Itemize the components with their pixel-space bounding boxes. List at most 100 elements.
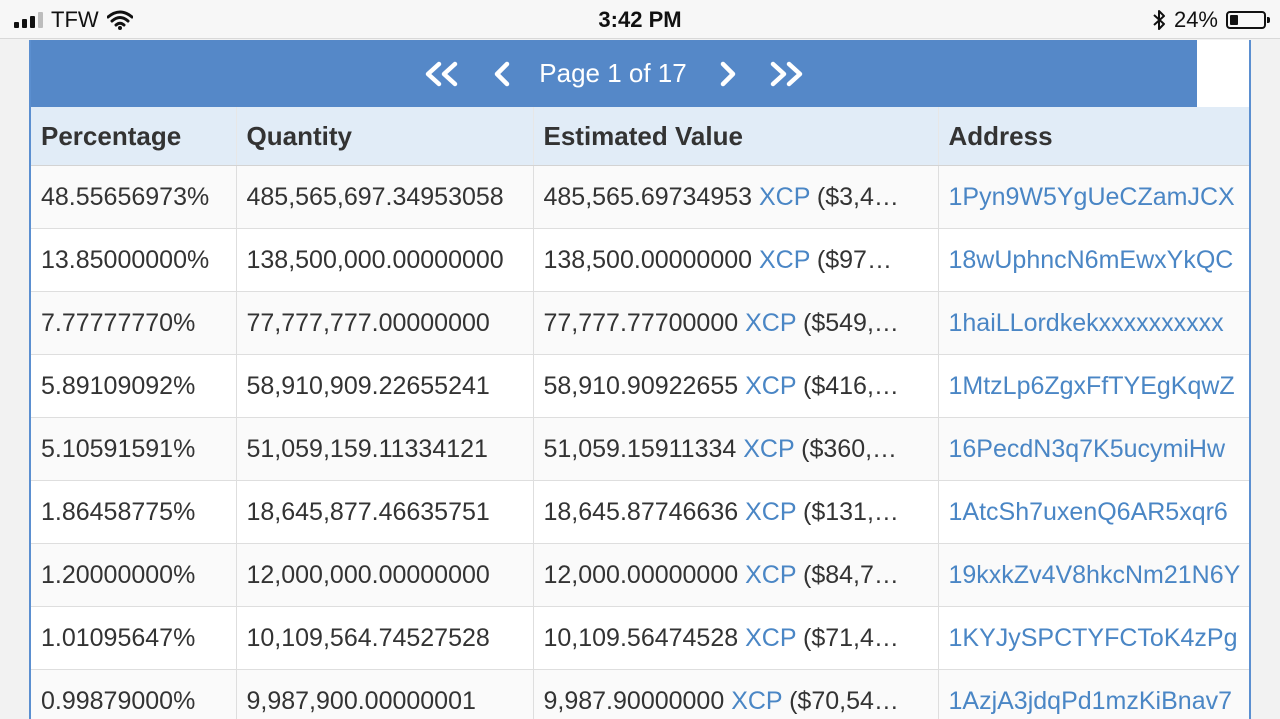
clock: 3:42 PM bbox=[598, 7, 682, 32]
asset-link[interactable]: XCP bbox=[745, 498, 796, 526]
address-link[interactable]: 1Pyn9W5YgUeCZamJCX bbox=[949, 183, 1235, 211]
asset-link[interactable]: XCP bbox=[759, 246, 810, 274]
estimated-value-cell: 51,059.15911334 XCP ($360,… bbox=[533, 417, 939, 481]
quantity-cell: 51,059,159.11334121 bbox=[236, 417, 534, 481]
address-link[interactable]: 18wUphncN6mEwxYkQC bbox=[949, 246, 1234, 274]
estimated-value-cell: 12,000.00000000 XCP ($84,7… bbox=[533, 543, 939, 607]
column-header-estimated-value[interactable]: Estimated Value bbox=[533, 107, 939, 166]
estimated-value-cell: 138,500.00000000 XCP ($97… bbox=[533, 228, 939, 292]
asset-link[interactable]: XCP bbox=[745, 372, 796, 400]
usd-value: ($416,… bbox=[803, 371, 899, 400]
table-header-row: Percentage Quantity Estimated Value Addr… bbox=[31, 107, 1249, 166]
percentage-cell: 48.55656973% bbox=[31, 165, 237, 229]
usd-value: ($549,… bbox=[803, 308, 899, 337]
estimated-value-amount: 58,910.90922655 bbox=[543, 371, 739, 400]
address-cell: 1AzjA3jdqPd1mzKiBnav7 bbox=[938, 669, 1249, 719]
estimated-value-amount: 18,645.87746636 bbox=[543, 497, 739, 526]
address-cell: 18wUphncN6mEwxYkQC bbox=[938, 228, 1249, 292]
estimated-value-amount: 485,565.69734953 bbox=[543, 182, 753, 211]
usd-value: ($70,54… bbox=[789, 686, 899, 715]
percentage-cell: 1.01095647% bbox=[31, 606, 237, 670]
address-link[interactable]: 16PecdN3q7K5ucymiHw bbox=[949, 435, 1226, 463]
percentage-cell: 1.20000000% bbox=[31, 543, 237, 607]
double-chevron-left-icon bbox=[426, 61, 458, 86]
usd-value: ($360,… bbox=[801, 434, 898, 463]
status-bar: TFW 3:42 PM 24% bbox=[0, 0, 1280, 39]
battery-icon bbox=[1226, 11, 1270, 29]
address-cell: 1AtcSh7uxenQ6AR5xqr6 bbox=[938, 480, 1249, 544]
address-link[interactable]: 1AzjA3jdqPd1mzKiBnav7 bbox=[949, 687, 1233, 715]
percentage-cell: 5.89109092% bbox=[31, 354, 237, 418]
estimated-value-cell: 18,645.87746636 XCP ($131,… bbox=[533, 480, 939, 544]
percentage-cell: 13.85000000% bbox=[31, 228, 237, 292]
table-row: 0.99879000% 9,987,900.00000001 9,987.90000… bbox=[31, 669, 1249, 719]
asset-link[interactable]: XCP bbox=[745, 309, 796, 337]
usd-value: ($84,7… bbox=[803, 560, 899, 589]
pagination-controls: Page 1 of 17 bbox=[31, 40, 1197, 107]
quantity-cell: 18,645,877.46635751 bbox=[236, 480, 534, 544]
table-row: 1.86458775% 18,645,877.46635751 18,645.877… bbox=[31, 480, 1249, 544]
battery-tip bbox=[1267, 17, 1270, 23]
page-indicator: Page 1 of 17 bbox=[539, 58, 687, 88]
table-row: 7.77777770% 77,777,777.00000000 77,777.777… bbox=[31, 291, 1249, 355]
asset-link[interactable]: XCP bbox=[759, 183, 810, 211]
battery-percent: 24% bbox=[1173, 7, 1218, 32]
estimated-value-amount: 9,987.90000000 bbox=[543, 686, 725, 715]
column-header-quantity[interactable]: Quantity bbox=[236, 107, 534, 166]
table-row: 5.10591591% 51,059,159.11334121 51,059.159… bbox=[31, 417, 1249, 481]
address-cell: 19kxkZv4V8hkcNm21N6Y bbox=[938, 543, 1249, 607]
address-cell: 16PecdN3q7K5ucymiHw bbox=[938, 417, 1249, 481]
estimated-value-amount: 10,109.56474528 bbox=[543, 623, 739, 652]
quantity-cell: 77,777,777.00000000 bbox=[236, 291, 534, 355]
address-link[interactable]: 19kxkZv4V8hkcNm21N6Y bbox=[949, 561, 1241, 589]
quantity-cell: 58,910,909.22655241 bbox=[236, 354, 534, 418]
pagination-bar: Page 1 of 17 bbox=[31, 40, 1197, 107]
status-right: 24% bbox=[1152, 7, 1270, 33]
table-row: 1.20000000% 12,000,000.00000000 12,000.000… bbox=[31, 543, 1249, 607]
address-link[interactable]: 1KYJySPCTYFCToK4zPg bbox=[949, 624, 1238, 652]
bluetooth-icon bbox=[1153, 10, 1165, 30]
address-cell: 1Pyn9W5YgUeCZamJCX bbox=[938, 165, 1249, 229]
asset-link[interactable]: XCP bbox=[745, 561, 796, 589]
holders-panel: Page 1 of 17 Percentage Quantity Estimat… bbox=[29, 40, 1251, 719]
first-page-button[interactable] bbox=[423, 61, 461, 87]
double-chevron-right-icon bbox=[770, 61, 802, 86]
chevron-right-icon bbox=[720, 61, 735, 86]
quantity-cell: 12,000,000.00000000 bbox=[236, 543, 534, 607]
estimated-value-amount: 138,500.00000000 bbox=[543, 245, 753, 274]
holders-table: Percentage Quantity Estimated Value Addr… bbox=[31, 107, 1249, 719]
column-header-address[interactable]: Address bbox=[938, 107, 1249, 166]
quantity-cell: 485,565,697.34953058 bbox=[236, 165, 534, 229]
next-page-button[interactable] bbox=[717, 61, 737, 87]
address-cell: 1MtzLp6ZgxFfTYEgKqwZ bbox=[938, 354, 1249, 418]
address-link[interactable]: 1haiLLordkekxxxxxxxxxx bbox=[949, 309, 1224, 337]
address-link[interactable]: 1AtcSh7uxenQ6AR5xqr6 bbox=[949, 498, 1228, 526]
percentage-cell: 1.86458775% bbox=[31, 480, 237, 544]
table-body: 48.55656973% 485,565,697.34953058 485,565.… bbox=[31, 165, 1249, 719]
estimated-value-amount: 12,000.00000000 bbox=[543, 560, 739, 589]
asset-link[interactable]: XCP bbox=[745, 624, 796, 652]
previous-page-button[interactable] bbox=[493, 61, 513, 87]
battery-fill bbox=[1230, 15, 1238, 25]
quantity-cell: 138,500,000.00000000 bbox=[236, 228, 534, 292]
usd-value: ($71,4… bbox=[803, 623, 899, 652]
usd-value: ($131,… bbox=[803, 497, 899, 526]
address-link[interactable]: 1MtzLp6ZgxFfTYEgKqwZ bbox=[949, 372, 1235, 400]
asset-link[interactable]: XCP bbox=[743, 435, 794, 463]
asset-link[interactable]: XCP bbox=[731, 687, 782, 715]
column-header-percentage[interactable]: Percentage bbox=[31, 107, 237, 166]
estimated-value-cell: 485,565.69734953 XCP ($3,4… bbox=[533, 165, 939, 229]
estimated-value-cell: 58,910.90922655 XCP ($416,… bbox=[533, 354, 939, 418]
estimated-value-cell: 9,987.90000000 XCP ($70,54… bbox=[533, 669, 939, 719]
last-page-button[interactable] bbox=[767, 61, 805, 87]
chevron-left-icon bbox=[495, 61, 510, 86]
table-row: 13.85000000% 138,500,000.00000000 138,500.… bbox=[31, 228, 1249, 292]
estimated-value-amount: 51,059.15911334 bbox=[543, 434, 737, 463]
percentage-cell: 7.77777770% bbox=[31, 291, 237, 355]
percentage-cell: 5.10591591% bbox=[31, 417, 237, 481]
address-cell: 1KYJySPCTYFCToK4zPg bbox=[938, 606, 1249, 670]
table-row: 1.01095647% 10,109,564.74527528 10,109.564… bbox=[31, 606, 1249, 670]
address-cell: 1haiLLordkekxxxxxxxxxx bbox=[938, 291, 1249, 355]
estimated-value-amount: 77,777.77700000 bbox=[543, 308, 739, 337]
quantity-cell: 9,987,900.00000001 bbox=[236, 669, 534, 719]
